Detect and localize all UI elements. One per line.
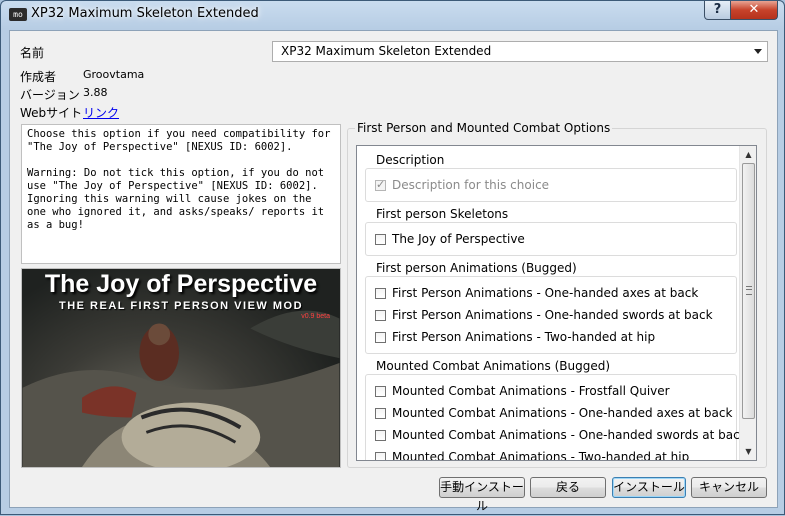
option-description[interactable]: Choose this option if you need compatibi… — [21, 124, 341, 264]
preview-title: The Joy of Perspective — [44, 270, 318, 298]
option-fp-axes-back[interactable]: First Person Animations - One-handed axe… — [375, 285, 698, 301]
checkbox[interactable] — [375, 234, 386, 245]
option-mc-axes-back[interactable]: Mounted Combat Animations - One-handed a… — [375, 405, 732, 421]
preview-version: v0.9 beta — [301, 313, 330, 320]
help-button[interactable]: ? — [704, 1, 731, 20]
back-button[interactable]: 戻る — [530, 477, 606, 498]
section-title: Description — [373, 153, 448, 167]
website-link[interactable]: リンク — [83, 104, 119, 121]
option-fp-swords-back[interactable]: First Person Animations - One-handed swo… — [375, 307, 713, 323]
preview-image: The Joy of Perspective THE REAL FIRST PE… — [21, 268, 341, 468]
checkbox[interactable] — [375, 310, 386, 321]
close-button[interactable]: ✕ — [730, 1, 778, 20]
option-mc-swords-back[interactable]: Mounted Combat Animations - One-handed s… — [375, 427, 747, 443]
app-icon: mo — [9, 8, 27, 21]
option-fp-two-handed-hip[interactable]: First Person Animations - Two-handed at … — [375, 329, 655, 345]
installer-window: mo XP32 Maximum Skeleton Extended ? ✕ 名前… — [0, 0, 785, 515]
manual-install-button[interactable]: 手動インストール — [439, 477, 525, 513]
section-title: Mounted Combat Animations (Bugged) — [373, 359, 614, 373]
options-group-title: First Person and Mounted Combat Options — [355, 121, 613, 135]
options-scrollbar[interactable]: ▲ ▼ — [739, 146, 756, 460]
cancel-button[interactable]: キャンセル — [691, 477, 767, 498]
scroll-thumb[interactable] — [742, 163, 755, 419]
checkbox[interactable] — [375, 408, 386, 419]
window-title: XP32 Maximum Skeleton Extended — [31, 6, 259, 21]
name-dropdown[interactable]: XP32 Maximum Skeleton Extended — [272, 41, 768, 62]
option-description-choice: Description for this choice — [375, 177, 549, 193]
checkbox[interactable] — [375, 288, 386, 299]
checkbox[interactable] — [375, 430, 386, 441]
scroll-down-icon[interactable]: ▼ — [740, 443, 756, 460]
option-joy-of-perspective[interactable]: The Joy of Perspective — [375, 231, 525, 247]
author-value: Groovtama — [83, 68, 145, 81]
grip-icon — [746, 286, 752, 295]
name-label: 名前 — [20, 46, 45, 60]
scroll-up-icon[interactable]: ▲ — [740, 146, 756, 163]
options-list[interactable]: Description Description for this choice … — [356, 145, 757, 461]
title-bar[interactable]: mo XP32 Maximum Skeleton Extended ? ✕ — [1, 1, 784, 29]
website-label: Webサイト — [20, 106, 83, 120]
install-button[interactable]: インストール — [612, 477, 686, 498]
section-title: First person Animations (Bugged) — [373, 261, 580, 275]
section-title: First person Skeletons — [373, 207, 512, 221]
dialog-body: 名前 XP32 Maximum Skeleton Extended 作成者 Gr… — [9, 30, 778, 513]
version-value: 3.88 — [83, 86, 108, 99]
author-label: 作成者 — [20, 70, 57, 84]
checkbox[interactable] — [375, 386, 386, 397]
preview-subtitle: THE REAL FIRST PERSON VIEW MOD — [58, 300, 304, 312]
chevron-down-icon — [754, 49, 762, 54]
checkbox[interactable] — [375, 332, 386, 343]
checkbox — [375, 177, 386, 193]
name-value: XP32 Maximum Skeleton Extended — [281, 44, 492, 58]
checkbox[interactable] — [375, 452, 386, 460]
option-mc-two-handed-hip[interactable]: Mounted Combat Animations - Two-handed a… — [375, 449, 689, 460]
option-mc-frostfall-quiver[interactable]: Mounted Combat Animations - Frostfall Qu… — [375, 383, 670, 399]
version-label: バージョン — [20, 88, 80, 102]
